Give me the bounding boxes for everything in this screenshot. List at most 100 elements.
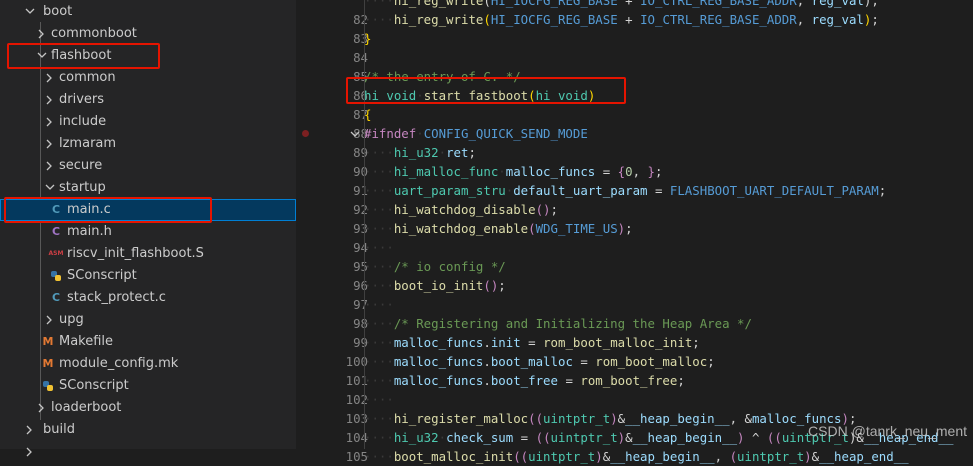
folder-row[interactable]: include xyxy=(0,111,296,133)
code-text: ····hi_malloc_func·malloc_funcs = {0, }; xyxy=(364,164,663,179)
chevron-down-icon[interactable] xyxy=(23,1,37,23)
code-line[interactable]: 94 ···· xyxy=(296,238,973,257)
code-text: ····hi_watchdog_disable(); xyxy=(364,202,558,217)
code-line[interactable]: 82 ····hi_reg_write(HI_IOCFG_REG_BASE + I… xyxy=(296,10,973,29)
folder-row[interactable]: upg xyxy=(0,309,296,331)
code-text: ····malloc_funcs.boot_free = rom_boot_fr… xyxy=(364,373,685,388)
code-line[interactable]: 86 hi_void·start_fastboot(hi_void) xyxy=(296,86,973,105)
chevron-right-icon[interactable] xyxy=(43,309,57,331)
line-number: 83 xyxy=(353,31,368,46)
file-row[interactable]: ASM riscv_init_flashboot.S xyxy=(0,243,296,265)
chevron-right-icon[interactable] xyxy=(43,89,57,111)
chevron-right-icon[interactable] xyxy=(35,397,49,419)
chevron-right-icon[interactable] xyxy=(35,23,49,45)
tree-item-label: boot xyxy=(43,4,73,19)
folder-row[interactable]: drivers xyxy=(0,89,296,111)
chevron-right-icon[interactable] xyxy=(43,133,57,155)
folder-row[interactable]: commonboot xyxy=(0,23,296,45)
chevron-right-icon[interactable] xyxy=(43,155,57,177)
code-text: ····malloc_funcs.init = rom_boot_malloc_… xyxy=(364,335,700,350)
code-line[interactable]: 91 ····uart_param_stru·default_uart_param… xyxy=(296,181,973,200)
code-line[interactable]: ····hi_reg_write(HI_IOCFG_REG_BASE + IO_… xyxy=(296,0,973,10)
line-number: 104 xyxy=(345,430,368,445)
chevron-right-icon[interactable] xyxy=(43,67,57,89)
folder-row[interactable]: lzmaram xyxy=(0,133,296,155)
code-line[interactable]: 102 ···· xyxy=(296,390,973,409)
code-text: ····hi_u32·ret; xyxy=(364,145,476,160)
chevron-down-icon[interactable] xyxy=(35,45,49,67)
line-number: 84 xyxy=(353,50,368,65)
folder-row[interactable]: startup xyxy=(0,177,296,199)
code-text: ···· xyxy=(364,240,394,255)
code-line[interactable]: 97 ···· xyxy=(296,295,973,314)
code-line[interactable]: 101 ····malloc_funcs.boot_free = rom_boot… xyxy=(296,371,973,390)
code-line[interactable]: 85/* the entry of C. */ xyxy=(296,67,973,86)
code-line[interactable]: 98 ····/* Registering and Initializing th… xyxy=(296,314,973,333)
c-file-icon: C xyxy=(51,291,61,304)
line-number: 91 xyxy=(353,183,368,198)
folder-row[interactable]: secure xyxy=(0,155,296,177)
line-number: 98 xyxy=(353,316,368,331)
file-row[interactable]: Cmain.c xyxy=(0,199,296,221)
chevron-right-icon[interactable] xyxy=(23,419,37,441)
tree-item-label: main.h xyxy=(67,224,112,239)
chevron-right-icon[interactable] xyxy=(23,441,37,463)
chevron-down-icon[interactable] xyxy=(43,177,57,199)
file-row[interactable]: Cstack_protect.c xyxy=(0,287,296,309)
folder-row[interactable]: loaderboot xyxy=(0,397,296,419)
tree-item-label: SConscript xyxy=(59,378,129,393)
line-number: 96 xyxy=(353,278,368,293)
line-number: 99 xyxy=(353,335,368,350)
code-line[interactable]: 93 ····hi_watchdog_enable(WDG_TIME_US); xyxy=(296,219,973,238)
tree-item-label: include xyxy=(59,114,107,129)
code-line[interactable]: 83} xyxy=(296,29,973,48)
folder-row[interactable]: build xyxy=(0,419,296,441)
code-line[interactable]: 84 xyxy=(296,48,973,67)
tree-item-label: riscv_init_flashboot.S xyxy=(67,246,204,261)
file-explorer: boot commonboot flashboot common drivers incl… xyxy=(0,0,296,457)
code-text: ····/* Registering and Initializing the … xyxy=(364,316,752,331)
code-text: ···· xyxy=(364,392,394,407)
folder-row[interactable]: common xyxy=(0,67,296,89)
code-line[interactable]: 89 ····hi_u32·ret; xyxy=(296,143,973,162)
line-number: 101 xyxy=(345,373,368,388)
line-number: 103 xyxy=(345,411,368,426)
c-file-icon: C xyxy=(51,203,61,216)
chevron-right-icon[interactable] xyxy=(43,111,57,133)
file-row[interactable]: Cmain.h xyxy=(0,221,296,243)
code-line[interactable]: 92 ····hi_watchdog_disable(); xyxy=(296,200,973,219)
line-number: 85 xyxy=(353,69,368,84)
code-line[interactable]: 105 ····boot_malloc_init((uintptr_t)&__he… xyxy=(296,447,973,466)
tree-item-label: startup xyxy=(59,180,106,195)
code-text: ····boot_io_init(); xyxy=(364,278,506,293)
folder-row[interactable]: flashboot xyxy=(0,45,296,67)
folder-row[interactable] xyxy=(0,441,296,463)
fold-chevron-icon[interactable] xyxy=(349,124,361,143)
code-line[interactable]: 96 ····boot_io_init(); xyxy=(296,276,973,295)
code-line[interactable]: 99 ····malloc_funcs.init = rom_boot_mallo… xyxy=(296,333,973,352)
tree-item-label: upg xyxy=(59,312,84,327)
tree-item-label: module_config.mk xyxy=(59,356,179,371)
code-line[interactable]: 95 ····/* io config */ xyxy=(296,257,973,276)
make-file-icon: M xyxy=(42,335,54,348)
code-line[interactable]: 100 ····malloc_funcs.boot_malloc = rom_bo… xyxy=(296,352,973,371)
code-line[interactable]: 90 ····hi_malloc_func·malloc_funcs = {0, … xyxy=(296,162,973,181)
folder-row[interactable]: boot xyxy=(0,1,296,23)
code-text: } xyxy=(364,31,372,46)
code-text: { xyxy=(364,107,372,122)
file-row[interactable]: SConscript xyxy=(0,265,296,287)
tree-item-label: loaderboot xyxy=(51,400,122,415)
file-row[interactable]: Mmodule_config.mk xyxy=(0,353,296,375)
code-line[interactable]: 88 #ifndef·CONFIG_QUICK_SEND_MODE xyxy=(296,124,973,143)
code-editor[interactable]: ····hi_reg_write(HI_IOCFG_REG_BASE + IO_… xyxy=(296,0,973,464)
watermark: CSDN @tanrk_neu_ment xyxy=(808,423,967,439)
file-row[interactable]: SConscript xyxy=(0,375,296,397)
line-number: 90 xyxy=(353,164,368,179)
line-number: 89 xyxy=(353,145,368,160)
tree-item-label: commonboot xyxy=(51,26,137,41)
code-text: ····boot_malloc_init((uintptr_t)&__heap_… xyxy=(364,449,909,464)
asm-file-icon: ASM xyxy=(48,250,64,257)
code-line[interactable]: 87{ xyxy=(296,105,973,124)
tree-item-label: drivers xyxy=(59,92,105,107)
file-row[interactable]: M Makefile xyxy=(0,331,296,353)
